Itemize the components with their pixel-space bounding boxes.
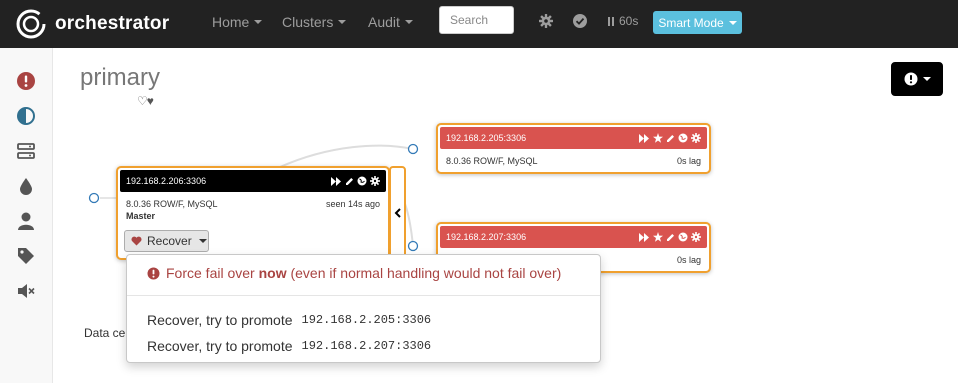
instance-host: 192.168.2.205:3306: [446, 133, 527, 143]
force-failover-menu-item[interactable]: Force fail over now (even if normal hand…: [127, 265, 600, 281]
gear-icon[interactable]: [691, 232, 701, 242]
globe-icon[interactable]: [678, 232, 688, 242]
instance-version: 8.0.36 ROW/F, MySQL: [126, 199, 218, 209]
globe-icon[interactable]: [357, 176, 367, 186]
force-failover-prefix: Force fail over: [166, 265, 259, 281]
instance-version: 8.0.36 ROW/F, MySQL: [446, 156, 538, 166]
force-failover-suffix: (even if normal handling would not fail …: [286, 265, 562, 281]
forward-icon[interactable]: [639, 133, 650, 143]
forward-icon[interactable]: [639, 232, 650, 242]
pencil-icon[interactable]: [666, 134, 675, 143]
exclamation-sign-icon: [147, 267, 160, 279]
instance-header: 192.168.2.205:3306: [440, 127, 707, 149]
drag-handle-icon[interactable]: [407, 143, 419, 155]
drag-handle-icon[interactable]: [88, 192, 100, 204]
collapse-replicas-toggle[interactable]: [389, 166, 406, 260]
instance-lag: 0s lag: [676, 255, 701, 265]
globe-icon[interactable]: [678, 133, 688, 143]
star-icon[interactable]: [653, 232, 663, 242]
menu-divider: [127, 295, 600, 296]
instance-header: 192.168.2.206:3306: [120, 170, 386, 192]
recover-promote-label: Recover, try to promote: [147, 338, 293, 354]
forward-icon[interactable]: [331, 176, 342, 186]
instance-lag: 0s lag: [676, 156, 701, 166]
recover-promote-host: 192.168.2.205:3306: [301, 313, 432, 327]
gear-icon[interactable]: [370, 176, 380, 186]
recover-dropdown-menu: Force fail over now (even if normal hand…: [126, 254, 601, 363]
chevron-left-icon: [394, 208, 401, 218]
recover-label: Recover: [147, 234, 192, 248]
instance-header: 192.168.2.207:3306: [440, 226, 707, 248]
drag-handle-icon[interactable]: [407, 240, 419, 252]
pencil-icon[interactable]: [345, 177, 354, 186]
instance-seen: seen 14s ago: [325, 199, 380, 209]
instance-role: Master: [126, 211, 156, 221]
force-failover-now: now: [258, 265, 287, 281]
caret-down-icon: [198, 239, 207, 243]
recover-promote-menu-item[interactable]: Recover, try to promote 192.168.2.205:33…: [127, 312, 600, 328]
pencil-icon[interactable]: [666, 233, 675, 242]
recover-dropdown-button[interactable]: Recover: [124, 230, 209, 252]
recover-promote-host: 192.168.2.207:3306: [301, 339, 432, 353]
instance-host: 192.168.2.206:3306: [126, 176, 207, 186]
gear-icon[interactable]: [691, 133, 701, 143]
replica-instance-box[interactable]: 192.168.2.205:3306 8.0.36 ROW/F, MySQL 0…: [436, 123, 711, 174]
datacenter-label: Data center: [84, 326, 126, 340]
recover-promote-menu-item[interactable]: Recover, try to promote 192.168.2.207:33…: [127, 338, 600, 354]
star-icon[interactable]: [653, 133, 663, 143]
instance-host: 192.168.2.207:3306: [446, 232, 527, 242]
heart-icon: [131, 236, 142, 246]
recover-promote-label: Recover, try to promote: [147, 312, 293, 328]
